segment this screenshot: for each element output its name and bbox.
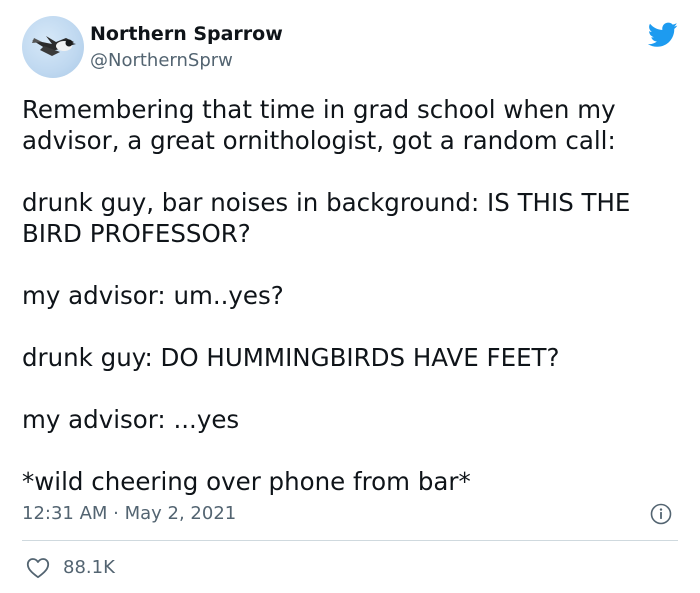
like-count: 88.1K bbox=[63, 557, 115, 578]
tweet-paragraph: my advisor: ...yes bbox=[22, 405, 240, 434]
tweet-timestamp[interactable]: 12:31 AM · May 2, 2021 bbox=[22, 502, 236, 526]
twitter-bird-icon[interactable] bbox=[647, 22, 678, 48]
tweet-paragraph: drunk guy, bar noises in background: IS … bbox=[22, 188, 639, 248]
divider bbox=[22, 540, 678, 541]
tweet-paragraph: Remembering that time in grad school whe… bbox=[22, 95, 624, 155]
sparrow-avatar-icon[interactable] bbox=[22, 16, 84, 78]
tweet-paragraph: *wild cheering over phone from bar* bbox=[22, 467, 471, 496]
heart-icon bbox=[26, 558, 50, 579]
tweet-card: Northern Sparrow @NorthernSprw Rememberi… bbox=[0, 0, 700, 593]
info-icon[interactable] bbox=[650, 503, 672, 525]
like-button[interactable]: 88.1K bbox=[26, 556, 115, 580]
tweet-paragraph: drunk guy: DO HUMMINGBIRDS HAVE FEET? bbox=[22, 343, 560, 372]
author-handle[interactable]: @NorthernSprw bbox=[90, 49, 283, 73]
author-display-name[interactable]: Northern Sparrow bbox=[90, 22, 283, 46]
tweet-header: Northern Sparrow @NorthernSprw bbox=[22, 16, 682, 80]
tweet-paragraph: my advisor: um..yes? bbox=[22, 281, 284, 310]
author-names: Northern Sparrow @NorthernSprw bbox=[90, 22, 283, 73]
tweet-text: Remembering that time in grad school whe… bbox=[22, 94, 682, 528]
